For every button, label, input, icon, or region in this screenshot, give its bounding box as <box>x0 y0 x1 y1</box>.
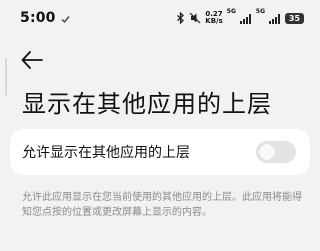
setting-label: 允许显示在其他应用的上层 <box>22 145 190 161</box>
overlay-permission-toggle[interactable] <box>256 141 296 163</box>
battery-icon: 35 <box>285 12 304 24</box>
net-speed: 0.27 KB/s <box>205 11 222 25</box>
bluetooth-icon <box>176 9 185 28</box>
signal-1-label: 5G <box>226 7 236 15</box>
back-arrow-icon <box>21 51 43 69</box>
page-title: 显示在其他应用的上层 <box>22 90 272 118</box>
back-button[interactable] <box>20 49 44 71</box>
setting-card[interactable]: 允许显示在其他应用的上层 <box>10 129 310 175</box>
net-speed-unit: KB/s <box>205 17 223 25</box>
status-bar: 5:00 0.27 KB/s 5G 5G 35 <box>0 0 320 36</box>
scroll-indicator <box>5 58 7 96</box>
setting-description: 允许此应用显示在您当前使用的其他应用的上层。此应用将能得知您点按的位置或更改屏幕… <box>22 192 302 218</box>
status-time: 5:00 <box>20 10 56 26</box>
signal-icon <box>239 9 252 28</box>
vpn-check-icon <box>61 9 70 28</box>
toggle-knob <box>259 144 275 160</box>
signal-icon <box>269 9 281 28</box>
status-left: 5:00 <box>20 9 70 28</box>
status-right: 0.27 KB/s 5G 5G 35 <box>176 7 304 28</box>
mute-icon <box>189 9 201 28</box>
signal-2-label: 5G <box>255 7 265 15</box>
